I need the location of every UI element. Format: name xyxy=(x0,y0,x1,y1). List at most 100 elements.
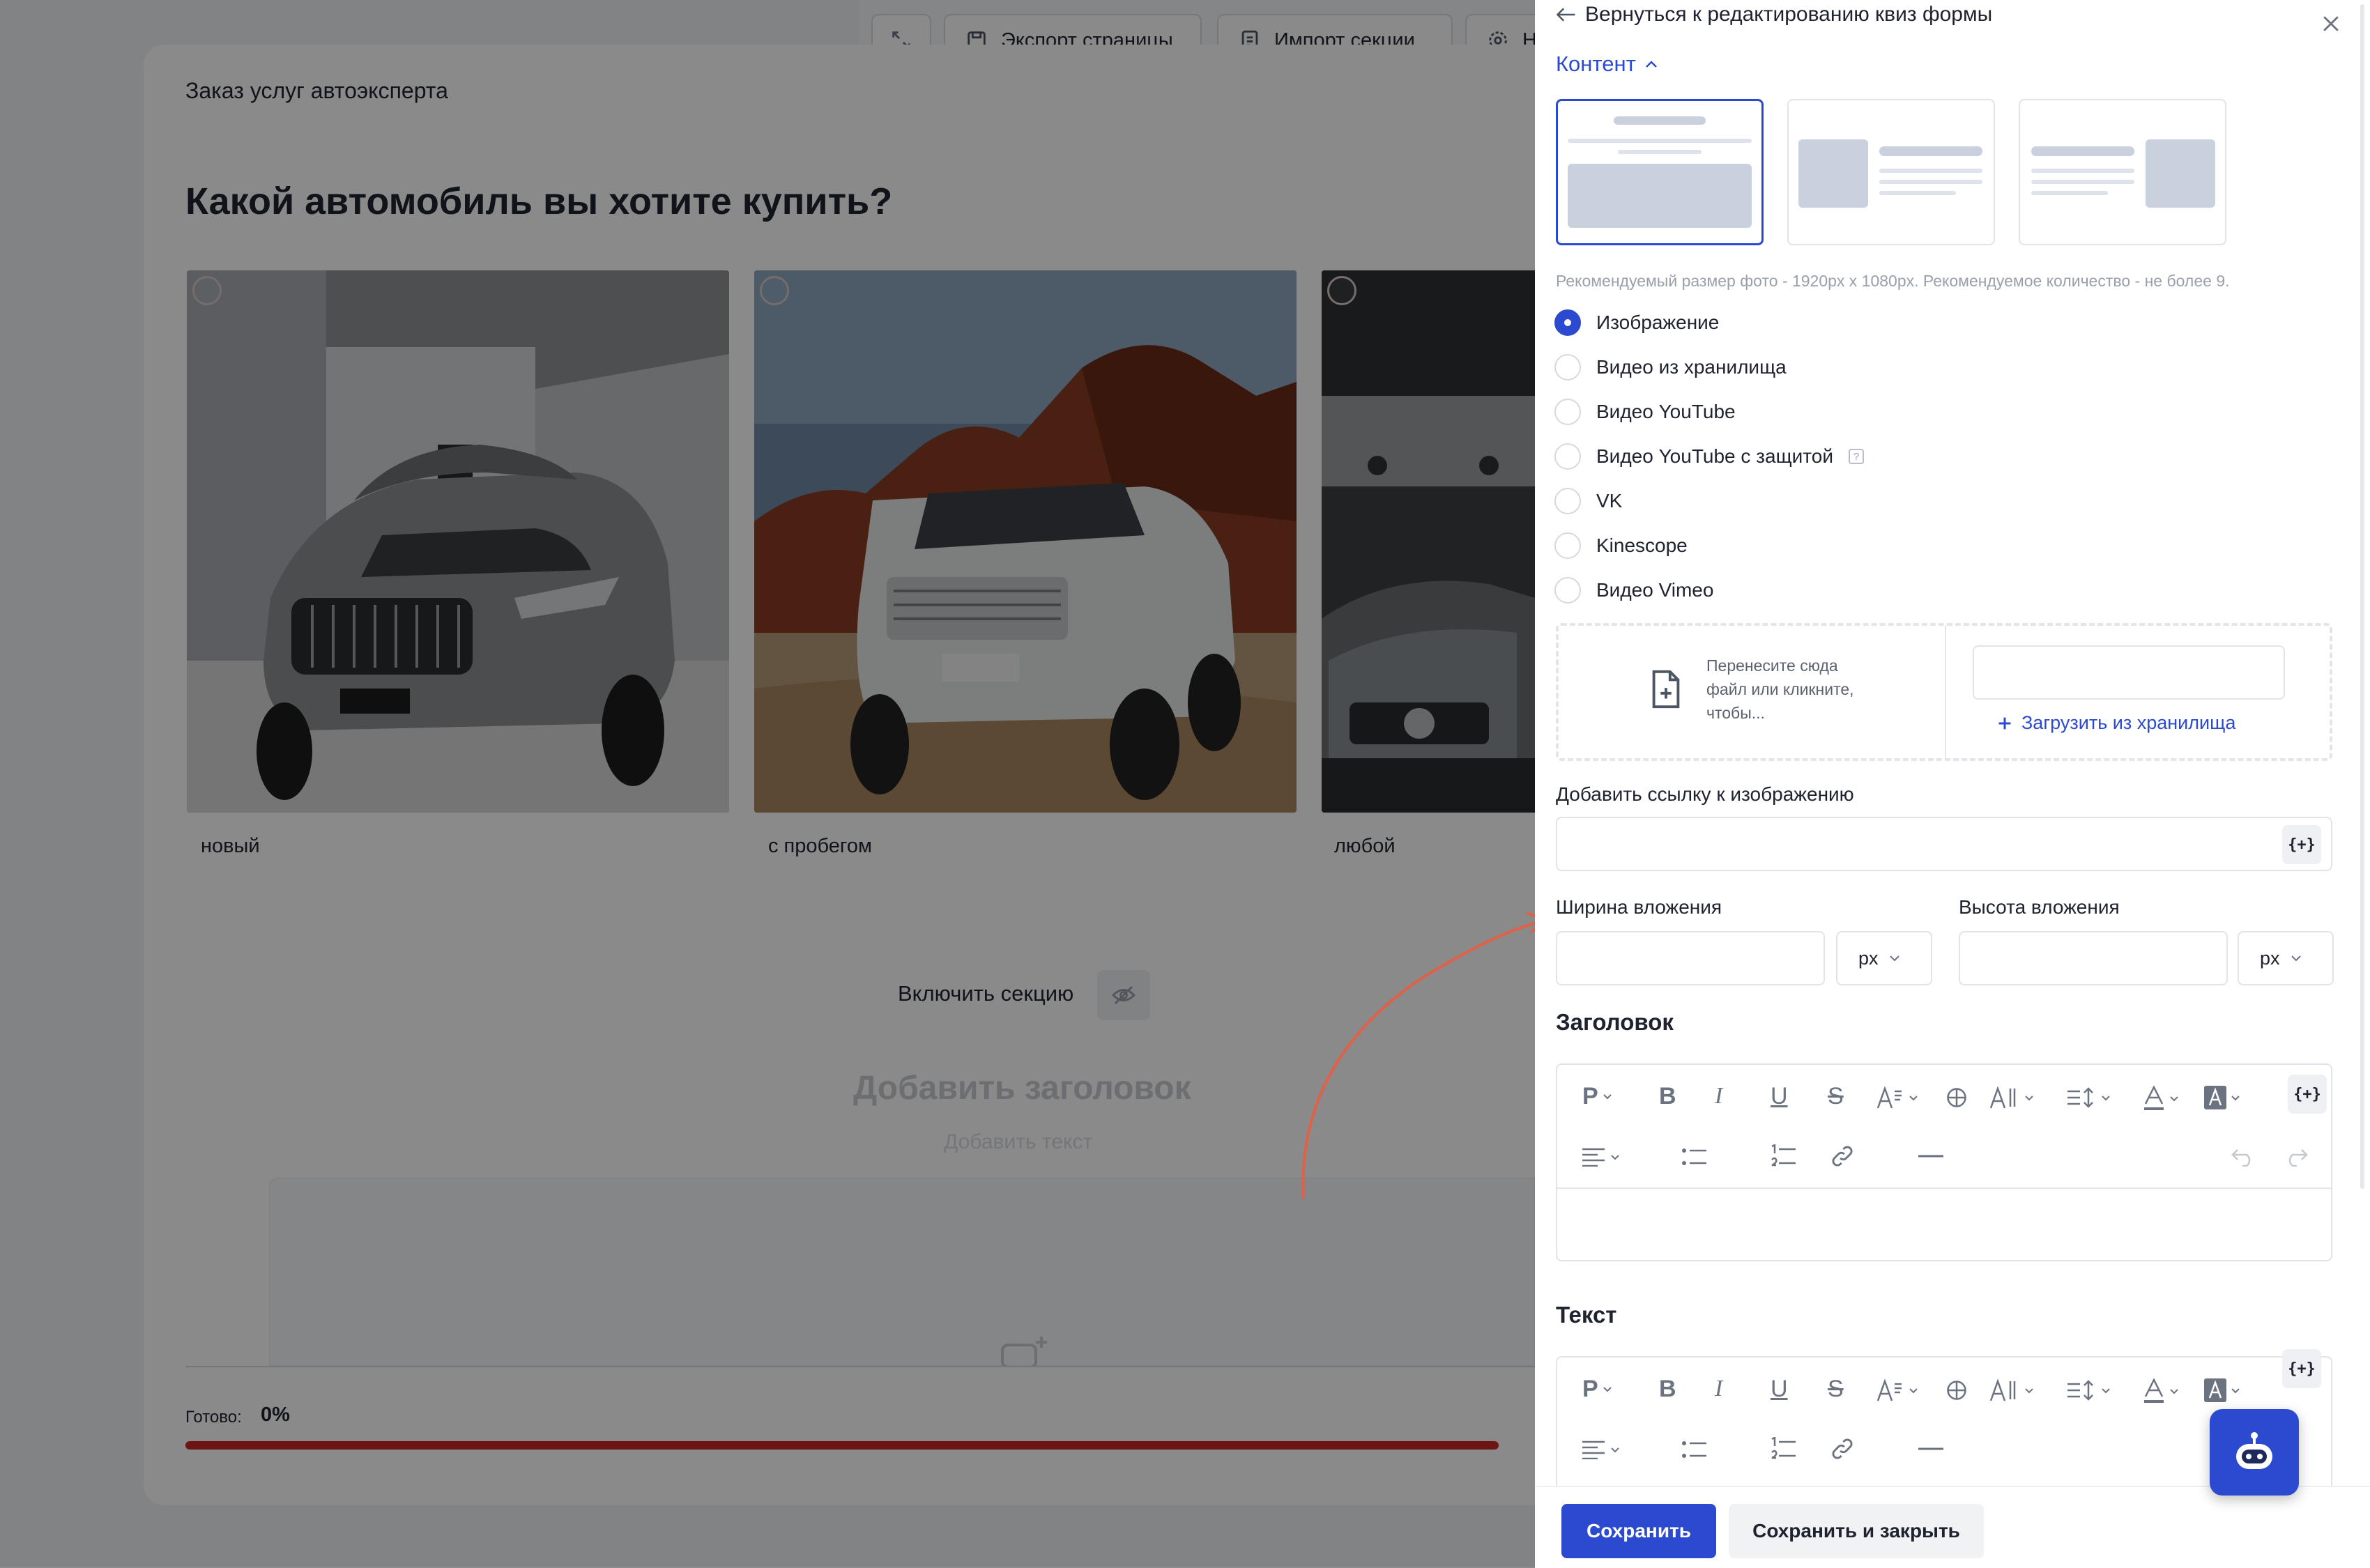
ordered-list-button[interactable] xyxy=(1771,1144,1797,1168)
bullet-list-button[interactable] xyxy=(1681,1147,1708,1167)
undo-button[interactable] xyxy=(2231,1147,2256,1167)
back-link-label: Вернуться к редактированию квиз формы xyxy=(1585,3,1993,26)
line-height-dropdown[interactable] xyxy=(2066,1086,2111,1109)
layout-image-left[interactable] xyxy=(1787,99,1995,245)
underline-button[interactable]: U xyxy=(1771,1083,1788,1110)
text-color-dropdown[interactable] xyxy=(2143,1086,2179,1111)
highlight-icon xyxy=(2204,1086,2226,1109)
width-unit-select[interactable]: px xyxy=(1836,931,1932,985)
strikethrough-button[interactable]: S xyxy=(1828,1376,1844,1403)
globe-icon xyxy=(1947,1088,1966,1107)
content-section-toggle[interactable]: Контент xyxy=(1556,52,1658,77)
underline-glyph: U xyxy=(1771,1083,1788,1109)
height-unit-select[interactable]: px xyxy=(2238,931,2334,985)
horizontal-rule-button[interactable] xyxy=(1918,1447,1943,1451)
link-button[interactable] xyxy=(1830,1437,1854,1461)
media-type-kinescope[interactable]: Kinescope xyxy=(1554,532,1688,559)
radio-image[interactable] xyxy=(1554,309,1581,336)
media-type-vimeo[interactable]: Видео Vimeo xyxy=(1554,577,1713,604)
media-type-storage-video[interactable]: Видео из хранилища xyxy=(1554,354,1787,381)
height-input[interactable] xyxy=(1959,931,2228,985)
chevron-down-icon xyxy=(1603,1094,1612,1100)
highlight-color-dropdown[interactable] xyxy=(2204,1378,2240,1402)
media-type-image-label: Изображение xyxy=(1596,312,1720,333)
width-input[interactable] xyxy=(1556,931,1825,985)
back-link[interactable]: Вернуться к редактированию квиз формы xyxy=(1556,3,1992,26)
horizontal-rule-button[interactable] xyxy=(1918,1154,1943,1158)
line-height-icon xyxy=(2067,1380,2093,1401)
radio-youtube-protected[interactable] xyxy=(1554,443,1581,470)
layout-image-left-preview xyxy=(1798,139,1982,208)
link-button[interactable] xyxy=(1830,1144,1854,1168)
media-type-vimeo-label: Видео Vimeo xyxy=(1596,579,1714,601)
align-dropdown[interactable] xyxy=(1581,1440,1620,1459)
italic-button[interactable]: I xyxy=(1715,1376,1722,1402)
image-link-variable-button[interactable]: {+} xyxy=(2282,825,2321,864)
chevron-down-icon xyxy=(2170,1388,2178,1394)
scrollbar[interactable] xyxy=(2360,4,2364,1189)
line-height-dropdown[interactable] xyxy=(2066,1378,2111,1402)
media-type-image[interactable]: Изображение xyxy=(1554,309,1719,336)
bold-glyph: B xyxy=(1659,1083,1676,1109)
font-size-dropdown[interactable] xyxy=(1876,1086,1918,1109)
font-family-button[interactable] xyxy=(1946,1087,1967,1108)
media-type-vk[interactable]: VK xyxy=(1554,488,1622,514)
media-type-youtube-protected[interactable]: Видео YouTube с защитой ? xyxy=(1554,443,1864,470)
redo-button[interactable] xyxy=(2284,1147,2309,1167)
heading-variable-button[interactable]: {+} xyxy=(2288,1075,2327,1114)
radio-vk[interactable] xyxy=(1554,488,1581,514)
layout-image-bottom-preview xyxy=(1568,116,1752,228)
save-and-close-button[interactable]: Сохранить и закрыть xyxy=(1729,1504,1984,1558)
file-dropzone[interactable]: Перенесите сюда файл или кликните, чтобы… xyxy=(1556,623,2332,761)
chevron-down-icon xyxy=(2231,1388,2240,1393)
letter-spacing-icon xyxy=(1989,1378,2016,1401)
modal-overlay[interactable] xyxy=(0,0,1535,1567)
file-add-icon xyxy=(1652,670,1680,709)
heading-editor[interactable]: P B I U S {+} xyxy=(1556,1063,2332,1261)
highlight-icon xyxy=(2204,1378,2226,1402)
image-link-input[interactable] xyxy=(1556,817,2332,871)
media-type-youtube[interactable]: Видео YouTube xyxy=(1554,399,1736,425)
text-variable-button[interactable]: {+} xyxy=(2282,1349,2321,1388)
bullet-list-icon xyxy=(1682,1441,1706,1458)
italic-button[interactable]: I xyxy=(1715,1083,1722,1109)
font-size-dropdown[interactable] xyxy=(1876,1378,1918,1402)
save-button[interactable]: Сохранить xyxy=(1561,1504,1716,1558)
radio-vimeo[interactable] xyxy=(1554,577,1581,604)
ordered-list-button[interactable] xyxy=(1771,1437,1797,1461)
image-link-label: Добавить ссылку к изображению xyxy=(1556,783,1854,805)
font-size-icon xyxy=(1876,1378,1902,1401)
paragraph-style-dropdown[interactable]: P xyxy=(1582,1083,1612,1110)
storage-url-input[interactable] xyxy=(1973,645,2285,700)
close-icon[interactable] xyxy=(2321,14,2341,33)
layout-image-right[interactable] xyxy=(2019,99,2226,245)
align-dropdown[interactable] xyxy=(1581,1147,1620,1167)
help-icon[interactable]: ? xyxy=(1848,449,1864,464)
font-family-button[interactable] xyxy=(1946,1380,1967,1401)
paragraph-glyph: P xyxy=(1582,1376,1598,1402)
letter-spacing-dropdown[interactable] xyxy=(1989,1086,2034,1109)
letter-spacing-dropdown[interactable] xyxy=(1989,1378,2034,1402)
layout-image-bottom[interactable] xyxy=(1556,99,1764,245)
upload-from-storage-link[interactable]: Загрузить из хранилища xyxy=(1996,712,2235,734)
paragraph-style-dropdown[interactable]: P xyxy=(1582,1376,1612,1403)
bullet-list-button[interactable] xyxy=(1681,1440,1708,1459)
radio-youtube[interactable] xyxy=(1554,399,1581,425)
strikethrough-button[interactable]: S xyxy=(1828,1083,1844,1110)
bold-glyph: B xyxy=(1659,1376,1676,1402)
width-unit-value: px xyxy=(1858,947,1879,969)
height-unit-value: px xyxy=(2260,947,2280,969)
text-color-dropdown[interactable] xyxy=(2143,1378,2179,1404)
radio-storage-video[interactable] xyxy=(1554,354,1581,381)
upload-from-storage-label: Загрузить из хранилища xyxy=(2021,712,2236,733)
highlight-color-dropdown[interactable] xyxy=(2204,1086,2240,1109)
chevron-down-icon xyxy=(1611,1154,1619,1160)
underline-button[interactable]: U xyxy=(1771,1376,1788,1403)
bold-button[interactable]: B xyxy=(1659,1083,1676,1110)
bold-button[interactable]: B xyxy=(1659,1376,1676,1403)
line-height-icon xyxy=(2067,1087,2093,1108)
letter-spacing-icon xyxy=(1989,1086,2016,1109)
assistant-bot-button[interactable] xyxy=(2210,1409,2299,1496)
radio-kinescope[interactable] xyxy=(1554,532,1581,559)
ordered-list-icon xyxy=(1771,1144,1796,1167)
